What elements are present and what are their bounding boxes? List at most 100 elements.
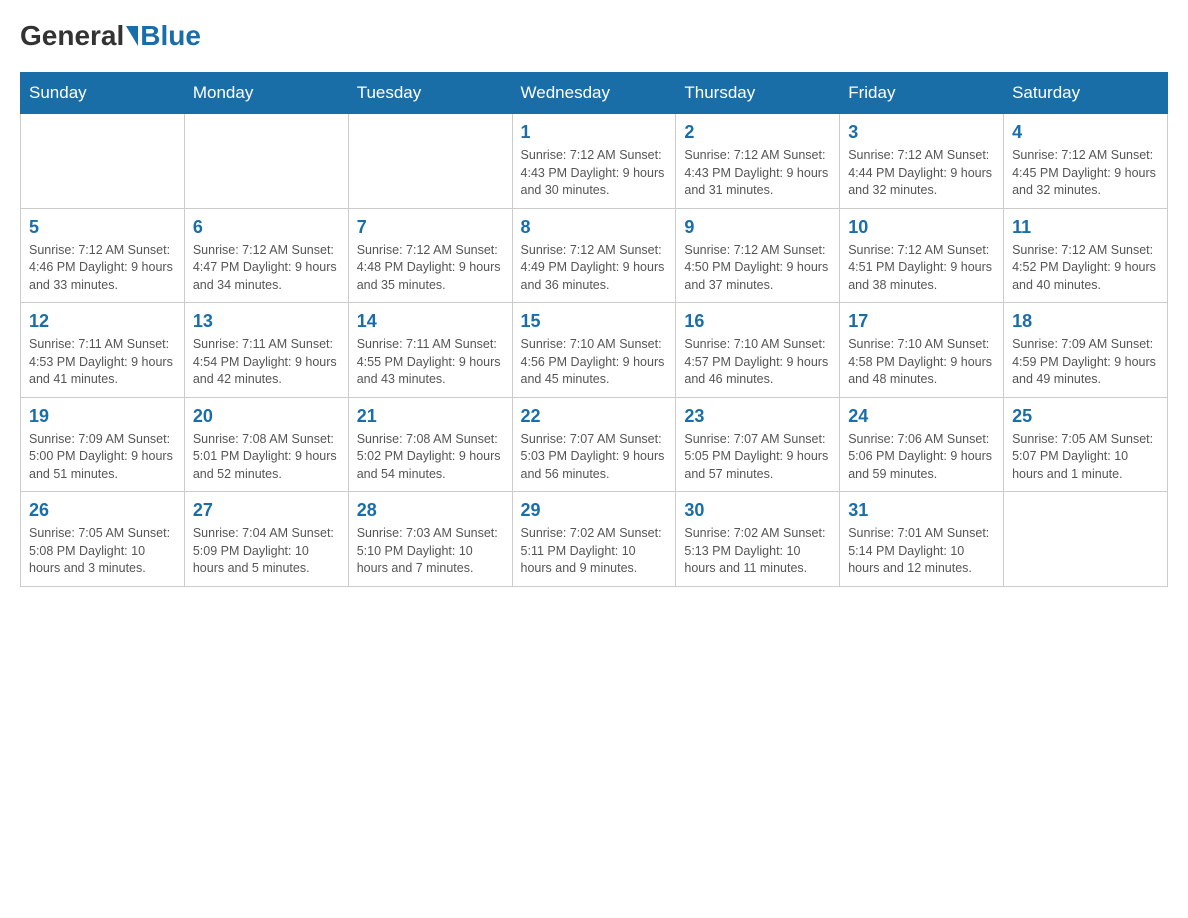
day-info: Sunrise: 7:05 AM Sunset: 5:07 PM Dayligh… <box>1012 431 1159 484</box>
day-info: Sunrise: 7:12 AM Sunset: 4:46 PM Dayligh… <box>29 242 176 295</box>
calendar-cell: 26 Sunrise: 7:05 AM Sunset: 5:08 PM Dayli… <box>21 492 185 587</box>
day-number: 11 <box>1012 217 1159 238</box>
day-info: Sunrise: 7:12 AM Sunset: 4:47 PM Dayligh… <box>193 242 340 295</box>
logo-blue-text: Blue <box>140 20 201 52</box>
day-number: 29 <box>521 500 668 521</box>
day-number: 2 <box>684 122 831 143</box>
week-row-1: 1 Sunrise: 7:12 AM Sunset: 4:43 PM Daylig… <box>21 114 1168 209</box>
calendar-cell: 18Sunrise: 7:09 AM Sunset: 4:59 PM Dayli… <box>1004 303 1168 398</box>
day-number: 22 <box>521 406 668 427</box>
day-info: Sunrise: 7:07 AM Sunset: 5:05 PM Dayligh… <box>684 431 831 484</box>
day-number: 14 <box>357 311 504 332</box>
calendar-cell: 22 Sunrise: 7:07 AM Sunset: 5:03 PM Dayli… <box>512 397 676 492</box>
day-number: 17 <box>848 311 995 332</box>
day-number: 13 <box>193 311 340 332</box>
calendar-table: SundayMondayTuesdayWednesdayThursdayFrid… <box>20 72 1168 587</box>
day-info: Sunrise: 7:02 AM Sunset: 5:13 PM Dayligh… <box>684 525 831 578</box>
calendar-cell: 15Sunrise: 7:10 AM Sunset: 4:56 PM Dayli… <box>512 303 676 398</box>
calendar-cell: 13 Sunrise: 7:11 AM Sunset: 4:54 PM Dayli… <box>184 303 348 398</box>
calendar-cell: 27 Sunrise: 7:04 AM Sunset: 5:09 PM Dayli… <box>184 492 348 587</box>
day-number: 23 <box>684 406 831 427</box>
day-number: 16 <box>684 311 831 332</box>
day-number: 4 <box>1012 122 1159 143</box>
day-info: Sunrise: 7:12 AM Sunset: 4:52 PM Dayligh… <box>1012 242 1159 295</box>
calendar-cell: 21 Sunrise: 7:08 AM Sunset: 5:02 PM Dayli… <box>348 397 512 492</box>
day-number: 26 <box>29 500 176 521</box>
calendar-cell: 8 Sunrise: 7:12 AM Sunset: 4:49 PM Daylig… <box>512 208 676 303</box>
calendar-cell: 29 Sunrise: 7:02 AM Sunset: 5:11 PM Dayli… <box>512 492 676 587</box>
day-info: Sunrise: 7:11 AM Sunset: 4:55 PM Dayligh… <box>357 336 504 389</box>
calendar-cell: 20 Sunrise: 7:08 AM Sunset: 5:01 PM Dayli… <box>184 397 348 492</box>
day-info: Sunrise: 7:11 AM Sunset: 4:54 PM Dayligh… <box>193 336 340 389</box>
day-number: 10 <box>848 217 995 238</box>
calendar-cell: 23 Sunrise: 7:07 AM Sunset: 5:05 PM Dayli… <box>676 397 840 492</box>
day-info: Sunrise: 7:07 AM Sunset: 5:03 PM Dayligh… <box>521 431 668 484</box>
logo: General Blue <box>20 20 201 52</box>
day-info: Sunrise: 7:12 AM Sunset: 4:50 PM Dayligh… <box>684 242 831 295</box>
weekday-header-tuesday: Tuesday <box>348 73 512 114</box>
calendar-cell: 17Sunrise: 7:10 AM Sunset: 4:58 PM Dayli… <box>840 303 1004 398</box>
calendar-cell: 11 Sunrise: 7:12 AM Sunset: 4:52 PM Dayli… <box>1004 208 1168 303</box>
calendar-cell: 25 Sunrise: 7:05 AM Sunset: 5:07 PM Dayli… <box>1004 397 1168 492</box>
day-info: Sunrise: 7:01 AM Sunset: 5:14 PM Dayligh… <box>848 525 995 578</box>
day-number: 3 <box>848 122 995 143</box>
calendar-cell: 12Sunrise: 7:11 AM Sunset: 4:53 PM Dayli… <box>21 303 185 398</box>
calendar-cell <box>1004 492 1168 587</box>
calendar-cell: 9 Sunrise: 7:12 AM Sunset: 4:50 PM Daylig… <box>676 208 840 303</box>
calendar-cell <box>348 114 512 209</box>
day-info: Sunrise: 7:12 AM Sunset: 4:45 PM Dayligh… <box>1012 147 1159 200</box>
day-number: 21 <box>357 406 504 427</box>
day-info: Sunrise: 7:05 AM Sunset: 5:08 PM Dayligh… <box>29 525 176 578</box>
day-info: Sunrise: 7:12 AM Sunset: 4:44 PM Dayligh… <box>848 147 995 200</box>
week-row-2: 5 Sunrise: 7:12 AM Sunset: 4:46 PM Daylig… <box>21 208 1168 303</box>
calendar-cell: 10 Sunrise: 7:12 AM Sunset: 4:51 PM Dayli… <box>840 208 1004 303</box>
day-info: Sunrise: 7:09 AM Sunset: 5:00 PM Dayligh… <box>29 431 176 484</box>
week-row-3: 12Sunrise: 7:11 AM Sunset: 4:53 PM Dayli… <box>21 303 1168 398</box>
day-number: 12 <box>29 311 176 332</box>
calendar-cell: 19 Sunrise: 7:09 AM Sunset: 5:00 PM Dayli… <box>21 397 185 492</box>
day-info: Sunrise: 7:12 AM Sunset: 4:43 PM Dayligh… <box>521 147 668 200</box>
page-header: General Blue <box>20 20 1168 52</box>
calendar-cell: 30 Sunrise: 7:02 AM Sunset: 5:13 PM Dayli… <box>676 492 840 587</box>
day-number: 18 <box>1012 311 1159 332</box>
calendar-cell: 4 Sunrise: 7:12 AM Sunset: 4:45 PM Daylig… <box>1004 114 1168 209</box>
day-number: 25 <box>1012 406 1159 427</box>
day-number: 7 <box>357 217 504 238</box>
day-info: Sunrise: 7:12 AM Sunset: 4:51 PM Dayligh… <box>848 242 995 295</box>
day-number: 27 <box>193 500 340 521</box>
day-number: 1 <box>521 122 668 143</box>
day-number: 5 <box>29 217 176 238</box>
day-number: 19 <box>29 406 176 427</box>
calendar-cell: 28Sunrise: 7:03 AM Sunset: 5:10 PM Dayli… <box>348 492 512 587</box>
day-number: 9 <box>684 217 831 238</box>
day-info: Sunrise: 7:08 AM Sunset: 5:01 PM Dayligh… <box>193 431 340 484</box>
logo-triangle-icon <box>126 26 138 46</box>
calendar-cell: 1 Sunrise: 7:12 AM Sunset: 4:43 PM Daylig… <box>512 114 676 209</box>
calendar-cell <box>21 114 185 209</box>
day-number: 28 <box>357 500 504 521</box>
day-info: Sunrise: 7:06 AM Sunset: 5:06 PM Dayligh… <box>848 431 995 484</box>
day-info: Sunrise: 7:04 AM Sunset: 5:09 PM Dayligh… <box>193 525 340 578</box>
weekday-header-friday: Friday <box>840 73 1004 114</box>
day-info: Sunrise: 7:10 AM Sunset: 4:57 PM Dayligh… <box>684 336 831 389</box>
weekday-header-saturday: Saturday <box>1004 73 1168 114</box>
weekday-header-thursday: Thursday <box>676 73 840 114</box>
day-info: Sunrise: 7:08 AM Sunset: 5:02 PM Dayligh… <box>357 431 504 484</box>
day-number: 20 <box>193 406 340 427</box>
week-row-4: 19 Sunrise: 7:09 AM Sunset: 5:00 PM Dayli… <box>21 397 1168 492</box>
day-number: 8 <box>521 217 668 238</box>
calendar-cell: 31 Sunrise: 7:01 AM Sunset: 5:14 PM Dayli… <box>840 492 1004 587</box>
logo-general-text: General <box>20 20 124 52</box>
day-info: Sunrise: 7:02 AM Sunset: 5:11 PM Dayligh… <box>521 525 668 578</box>
day-info: Sunrise: 7:12 AM Sunset: 4:48 PM Dayligh… <box>357 242 504 295</box>
day-info: Sunrise: 7:10 AM Sunset: 4:56 PM Dayligh… <box>521 336 668 389</box>
day-info: Sunrise: 7:12 AM Sunset: 4:43 PM Dayligh… <box>684 147 831 200</box>
calendar-cell: 5 Sunrise: 7:12 AM Sunset: 4:46 PM Daylig… <box>21 208 185 303</box>
day-number: 31 <box>848 500 995 521</box>
day-number: 30 <box>684 500 831 521</box>
calendar-cell: 3 Sunrise: 7:12 AM Sunset: 4:44 PM Daylig… <box>840 114 1004 209</box>
day-info: Sunrise: 7:12 AM Sunset: 4:49 PM Dayligh… <box>521 242 668 295</box>
calendar-cell: 24Sunrise: 7:06 AM Sunset: 5:06 PM Dayli… <box>840 397 1004 492</box>
weekday-header-wednesday: Wednesday <box>512 73 676 114</box>
day-number: 6 <box>193 217 340 238</box>
